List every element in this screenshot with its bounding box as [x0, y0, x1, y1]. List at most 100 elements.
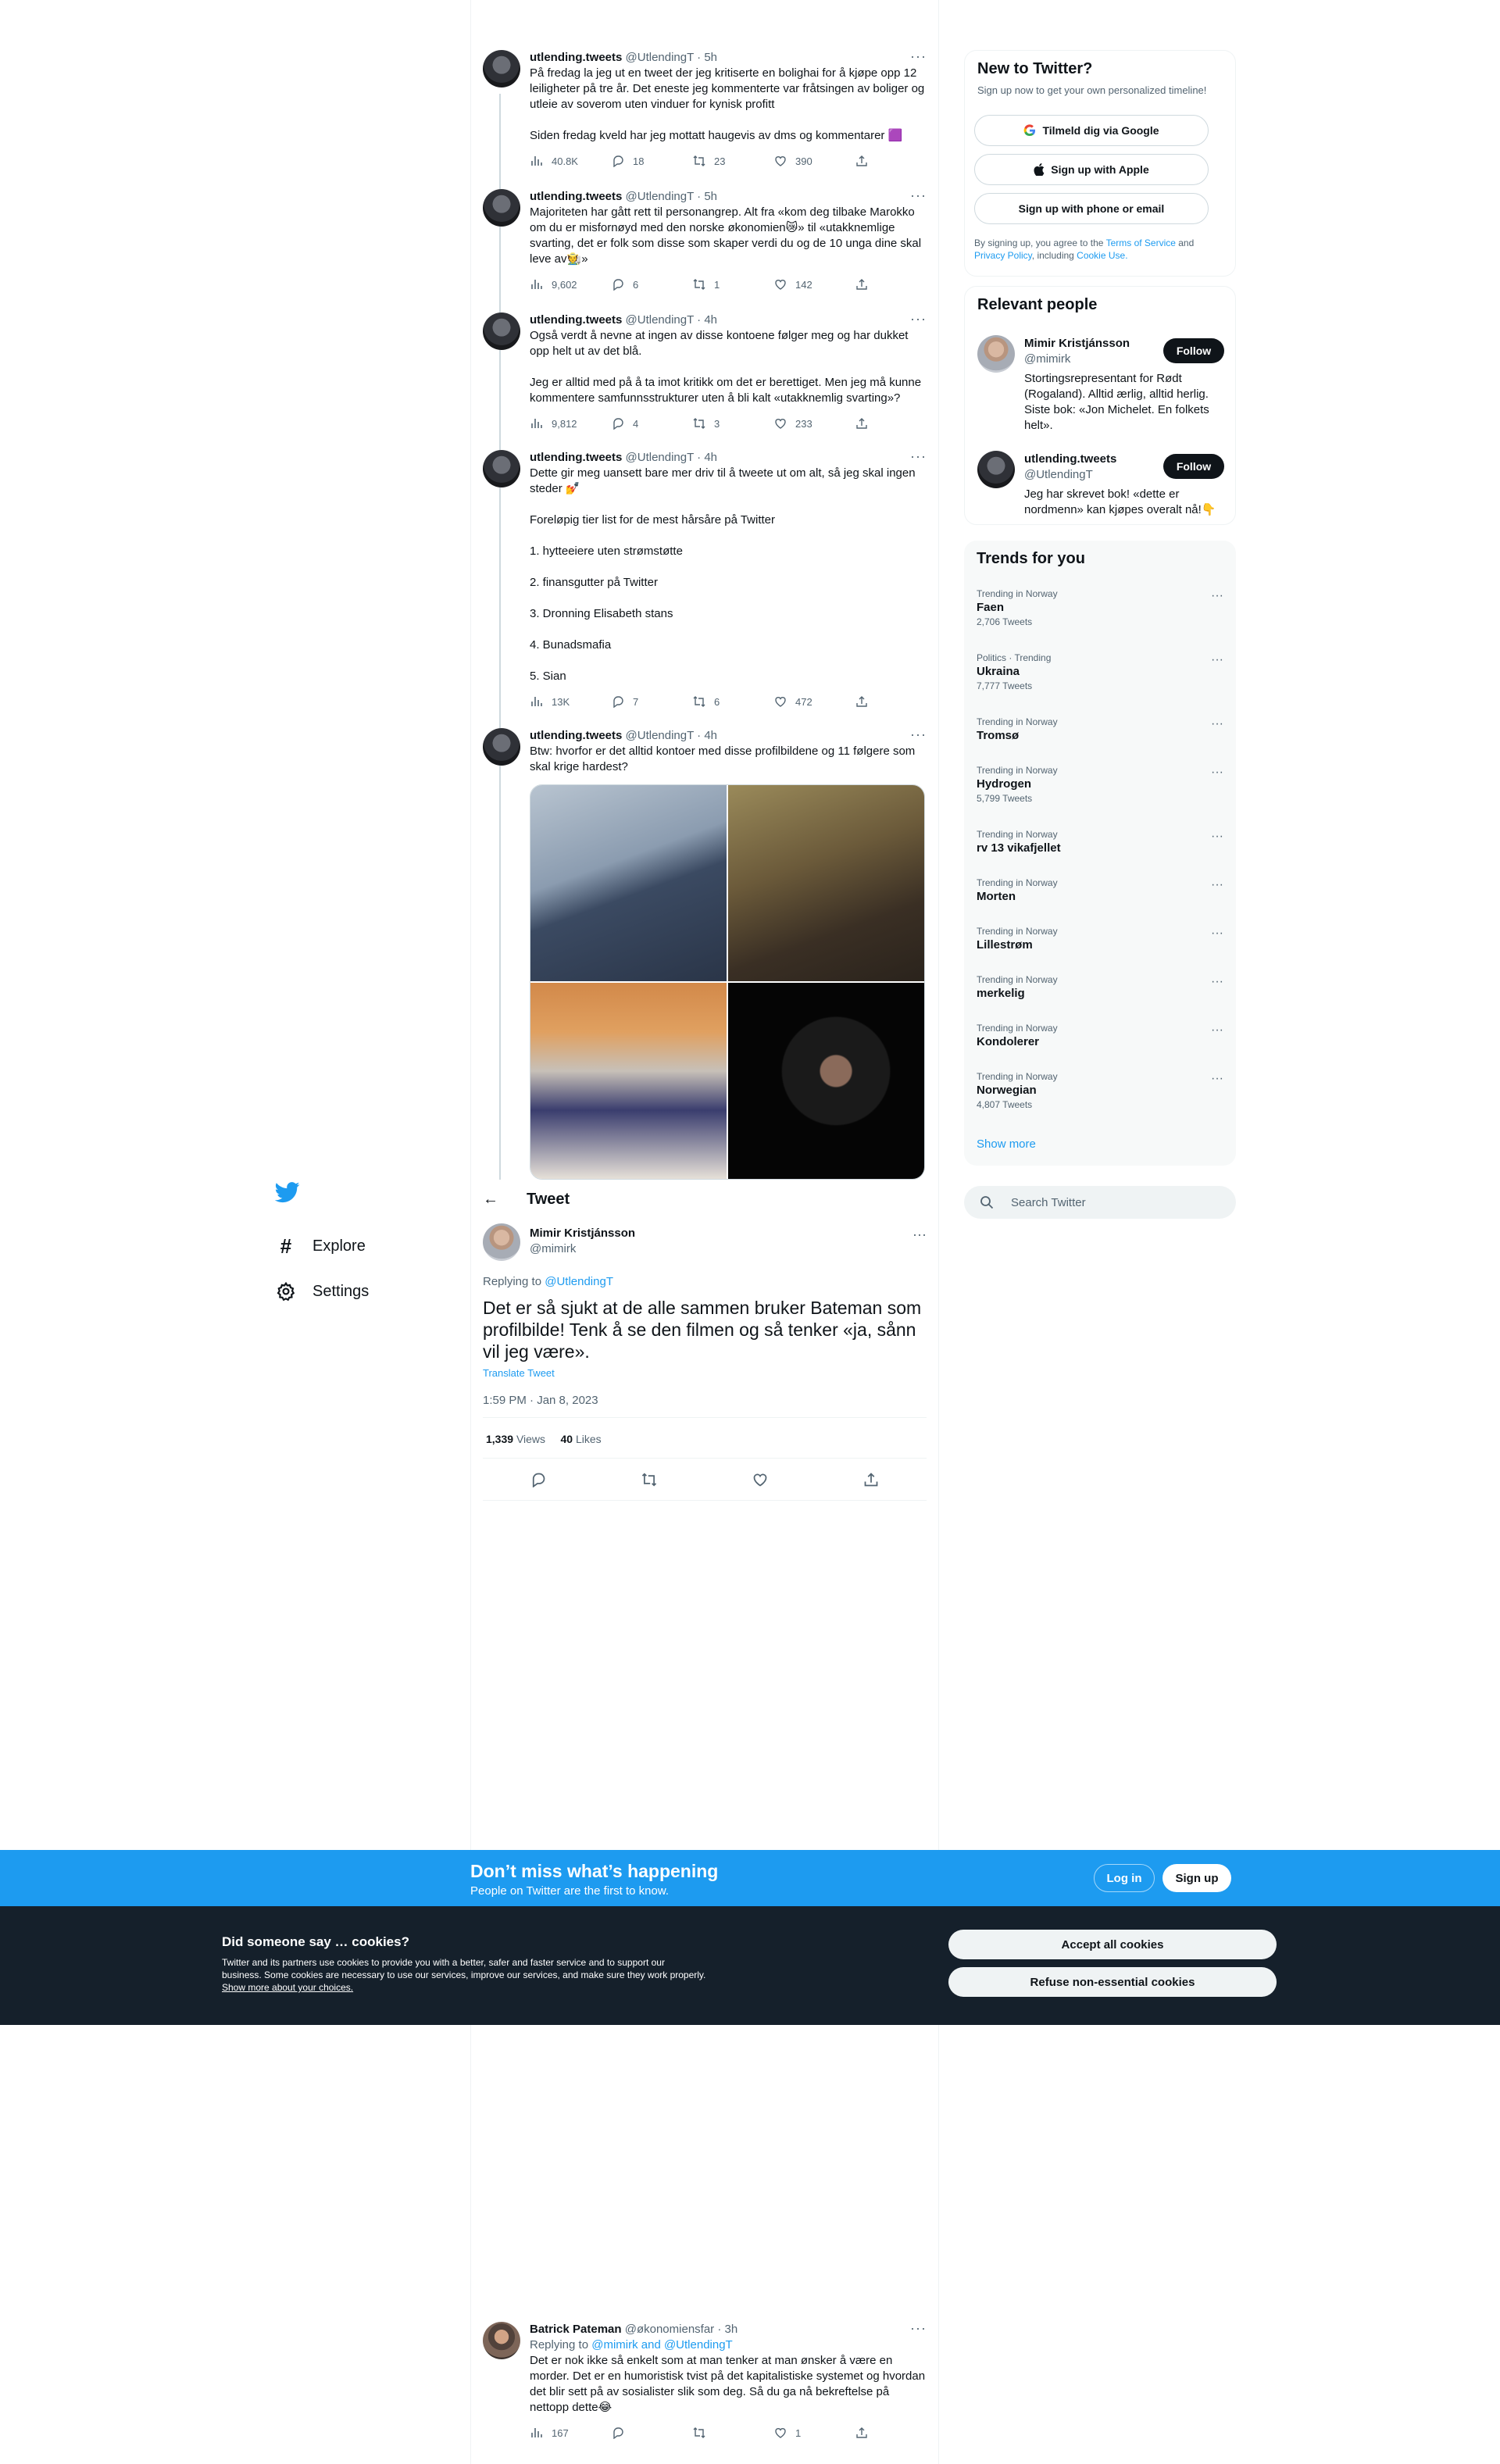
share-button[interactable]	[855, 2426, 886, 2440]
more-icon[interactable]: ···	[1211, 717, 1223, 731]
avatar[interactable]	[483, 312, 520, 350]
nav-explore[interactable]: # Explore	[266, 1223, 453, 1269]
accept-cookies-button[interactable]: Accept all cookies	[948, 1930, 1277, 1959]
apple-signup-button[interactable]: Sign up with Apple	[974, 154, 1209, 185]
search-box[interactable]	[964, 1186, 1236, 1219]
media-image[interactable]	[530, 785, 727, 981]
avatar[interactable]	[483, 2322, 520, 2359]
more-icon[interactable]: ···	[1211, 589, 1223, 603]
retweet-button[interactable]	[692, 2426, 773, 2440]
trend-item[interactable]: Trending in Norway Kondolerer ···	[977, 1022, 1223, 1050]
more-icon[interactable]: ···	[1211, 1023, 1223, 1037]
share-button[interactable]	[855, 695, 886, 709]
retweet-button[interactable]: 23	[692, 154, 773, 168]
show-more-link[interactable]: Show more	[977, 1137, 1036, 1151]
signup-button[interactable]: Sign up	[1162, 1864, 1231, 1892]
person-name[interactable]: utlending.tweets	[1024, 452, 1116, 466]
views-button[interactable]: 9,812	[530, 416, 611, 430]
heart-icon[interactable]	[751, 1470, 770, 1489]
twitter-bird-icon[interactable]	[275, 1180, 303, 1208]
more-icon[interactable]: ···	[912, 1227, 927, 1243]
reply-button[interactable]	[611, 2426, 692, 2440]
cookie-link[interactable]: Cookie Use.	[1077, 250, 1127, 261]
avatar[interactable]	[483, 728, 520, 766]
views-button[interactable]: 40.8K	[530, 154, 611, 168]
like-button[interactable]: 233	[773, 416, 855, 430]
more-icon[interactable]: ···	[1211, 766, 1223, 780]
more-icon[interactable]: ···	[910, 311, 927, 327]
author-handle[interactable]: @mimirk	[530, 1242, 576, 1255]
like-button[interactable]: 1	[773, 2426, 855, 2440]
follow-button[interactable]: Follow	[1163, 338, 1224, 363]
trend-item[interactable]: Politics · Trending Ukraina 7,777 Tweets ··…	[977, 652, 1223, 692]
avatar[interactable]	[483, 189, 520, 227]
share-button[interactable]	[855, 154, 886, 168]
author-name[interactable]: utlending.tweets	[530, 451, 622, 464]
views-button[interactable]: 13K	[530, 695, 611, 709]
more-icon[interactable]: ···	[910, 187, 927, 204]
avatar[interactable]	[483, 1223, 520, 1261]
retweet-button[interactable]: 3	[692, 416, 773, 430]
more-icon[interactable]: ···	[910, 727, 927, 743]
phone-email-signup-button[interactable]: Sign up with phone or email	[974, 193, 1209, 224]
reply-button[interactable]: 18	[611, 154, 692, 168]
more-icon[interactable]: ···	[1211, 830, 1223, 844]
reply-button[interactable]: 7	[611, 695, 692, 709]
retweet-button[interactable]: 1	[692, 277, 773, 291]
avatar[interactable]	[977, 335, 1015, 373]
views-button[interactable]: 9,602	[530, 277, 611, 291]
media-image[interactable]	[728, 785, 924, 981]
author-name[interactable]: Batrick Pateman	[530, 2323, 622, 2336]
follow-button[interactable]: Follow	[1163, 454, 1224, 479]
more-icon[interactable]: ···	[910, 2320, 927, 2337]
google-signup-button[interactable]: Tilmeld dig via Google	[974, 115, 1209, 146]
tweet-timestamp[interactable]: 1:59 PM · Jan 8, 2023	[483, 1394, 598, 1407]
avatar[interactable]	[483, 450, 520, 487]
replying-to-link[interactable]: @UtlendingT	[545, 1275, 613, 1288]
reply-button[interactable]: 4	[611, 416, 692, 430]
author-name[interactable]: utlending.tweets	[530, 729, 622, 742]
like-button[interactable]: 472	[773, 695, 855, 709]
avatar[interactable]	[483, 50, 520, 87]
refuse-cookies-button[interactable]: Refuse non-essential cookies	[948, 1967, 1277, 1997]
cookie-choices-link[interactable]: Show more about your choices.	[222, 1982, 353, 1993]
media-image[interactable]	[728, 983, 924, 1179]
trend-item[interactable]: Trending in Norway Faen 2,706 Tweets ···	[977, 587, 1223, 628]
more-icon[interactable]: ···	[910, 48, 927, 65]
avatar[interactable]	[977, 451, 1015, 488]
more-icon[interactable]: ···	[1211, 878, 1223, 892]
likes-stat[interactable]: 40 Likes	[560, 1433, 601, 1445]
reply-button[interactable]: 6	[611, 277, 692, 291]
trend-item[interactable]: Trending in Norway Lillestrøm ···	[977, 925, 1223, 953]
trend-item[interactable]: Trending in Norway merkelig ···	[977, 973, 1223, 1002]
replying-to-link[interactable]: @mimirk and @UtlendingT	[591, 2338, 733, 2352]
author-name[interactable]: utlending.tweets	[530, 51, 622, 64]
person-name[interactable]: Mimir Kristjánsson	[1024, 337, 1130, 350]
share-icon[interactable]	[862, 1470, 880, 1489]
privacy-link[interactable]: Privacy Policy	[974, 250, 1032, 261]
back-arrow-icon[interactable]: ←	[483, 1191, 498, 1209]
more-icon[interactable]: ···	[1211, 1072, 1223, 1086]
author-name[interactable]: utlending.tweets	[530, 313, 622, 327]
trend-item[interactable]: Trending in Norway Hydrogen 5,799 Tweets ··…	[977, 764, 1223, 805]
like-button[interactable]: 390	[773, 154, 855, 168]
more-icon[interactable]: ···	[1211, 653, 1223, 667]
nav-settings[interactable]: Settings	[266, 1269, 453, 1314]
trend-item[interactable]: Trending in Norway Tromsø ···	[977, 716, 1223, 744]
more-icon[interactable]: ···	[1211, 975, 1223, 989]
views-button[interactable]: 167	[530, 2426, 611, 2440]
terms-link[interactable]: Terms of Service	[1106, 237, 1176, 248]
more-icon[interactable]: ···	[910, 448, 927, 465]
login-button[interactable]: Log in	[1094, 1864, 1155, 1892]
media-grid[interactable]	[530, 784, 925, 1180]
search-input[interactable]	[1011, 1195, 1214, 1209]
retweet-button[interactable]: 6	[692, 695, 773, 709]
translate-link[interactable]: Translate Tweet	[483, 1367, 555, 1379]
reply-icon[interactable]	[529, 1470, 548, 1489]
share-button[interactable]	[855, 277, 886, 291]
trend-item[interactable]: Trending in Norway Morten ···	[977, 877, 1223, 905]
author-name[interactable]: Mimir Kristjánsson	[530, 1227, 635, 1240]
like-button[interactable]: 142	[773, 277, 855, 291]
trend-item[interactable]: Trending in Norway Norwegian 4,807 Tweets ·…	[977, 1070, 1223, 1111]
share-button[interactable]	[855, 416, 886, 430]
